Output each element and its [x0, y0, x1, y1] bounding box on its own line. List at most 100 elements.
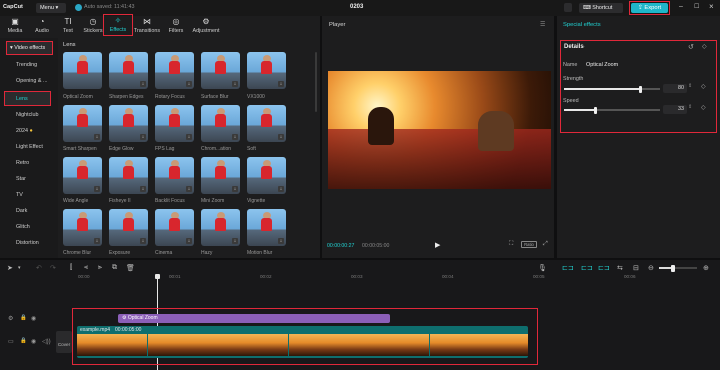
effect-thumbnail-chrom-ation[interactable]: ↓	[201, 105, 240, 142]
speed-slider[interactable]	[564, 106, 660, 114]
effect-thumbnail-motion-blur[interactable]: ↓	[247, 209, 286, 246]
video-track-audio-icon[interactable]: ◁))	[42, 338, 51, 345]
strength-keyframe-icon[interactable]: ◇	[701, 83, 706, 90]
sidebar-item-star[interactable]: Star	[0, 172, 58, 187]
tab-media[interactable]: ▣ Media	[6, 16, 24, 38]
fit-icon[interactable]: ⛶	[509, 241, 513, 248]
sidebar-item-tv[interactable]: TV	[0, 188, 58, 203]
speed-stepper-icon[interactable]: ⇕	[688, 104, 692, 110]
download-icon[interactable]: ↓	[186, 134, 192, 140]
play-icon[interactable]: ▶	[435, 241, 440, 249]
speed-keyframe-icon[interactable]: ◇	[701, 104, 706, 111]
tab-stickers[interactable]: ◷ Stickers	[81, 16, 105, 38]
download-icon[interactable]: ↓	[232, 238, 238, 244]
download-icon[interactable]: ↓	[140, 238, 146, 244]
effect-track-eye-icon[interactable]: ◉	[31, 315, 36, 322]
download-icon[interactable]: ↓	[232, 81, 238, 87]
shortcut-button[interactable]: ⌨ Shortcut	[579, 3, 623, 13]
download-icon[interactable]: ↓	[140, 81, 146, 87]
effect-track-lock-icon[interactable]: 🔒	[20, 315, 27, 321]
download-icon[interactable]: ↓	[232, 186, 238, 192]
sidebar-item-retro[interactable]: Retro	[0, 156, 58, 171]
download-icon[interactable]: ↓	[278, 238, 284, 244]
download-icon[interactable]: ↓	[186, 238, 192, 244]
effect-name-value: Optical Zoom	[586, 62, 619, 68]
video-track-eye-icon[interactable]: ◉	[31, 338, 36, 345]
effect-thumbnail-backlit-focus[interactable]: ↓	[155, 157, 194, 194]
export-button[interactable]: ⇪ Export	[631, 3, 668, 13]
timeline-ruler[interactable]: 00:00 00:01 00:02 00:03 00:04 00:05 00:06	[0, 260, 720, 284]
minimize-icon[interactable]: –	[679, 3, 683, 10]
sidebar-item-distortion[interactable]: Distortion	[0, 236, 58, 251]
effect-thumbnail-chrome-blur[interactable]: ↓	[63, 209, 102, 246]
sidebar-item-2024[interactable]: 2024 ●	[0, 124, 58, 139]
effect-thumbnail-exposure[interactable]: ↓	[109, 209, 148, 246]
download-icon[interactable]: ↓	[278, 134, 284, 140]
close-icon[interactable]: ×	[709, 2, 714, 11]
layout-icon[interactable]	[564, 3, 572, 12]
menu-button[interactable]: Menu ▾	[36, 3, 66, 13]
fullscreen-icon[interactable]: ⤢	[543, 241, 548, 248]
tab-filters[interactable]: ◎ Filters	[166, 16, 186, 38]
sidebar-item-video-effects[interactable]: ▾ Video effects	[6, 41, 53, 55]
effect-thumbnail-fps-lag[interactable]: ↓	[155, 105, 194, 142]
tab-text[interactable]: TI Text	[60, 16, 76, 38]
download-icon[interactable]: ↓	[278, 186, 284, 192]
strength-slider-knob[interactable]	[639, 85, 642, 93]
reset-icon[interactable]: ↺	[688, 43, 694, 51]
maximize-icon[interactable]: ☐	[694, 3, 699, 10]
download-icon[interactable]: ↓	[232, 134, 238, 140]
video-clip[interactable]: example.mp4 00:00:05:00	[77, 326, 528, 358]
cover-button[interactable]: Cover	[56, 331, 72, 353]
special-effects-tab[interactable]: Special effects	[563, 22, 601, 28]
effect-thumbnail-edge-glow[interactable]: ↓	[109, 105, 148, 142]
details-chevron-icon[interactable]: ◦	[583, 44, 585, 50]
keyframe-icon[interactable]: ◇	[702, 43, 707, 50]
sidebar-item-glitch[interactable]: Glitch	[0, 220, 58, 235]
video-track-lock-icon[interactable]: 🔒	[20, 338, 27, 344]
effect-thumbnail-cinema[interactable]: ↓	[155, 209, 194, 246]
sidebar-item-nightclub[interactable]: Nightclub	[0, 108, 58, 123]
ratio-button[interactable]: Ratio	[521, 241, 537, 248]
sidebar-item-opening[interactable]: Opening & ...	[0, 74, 58, 89]
effect-thumbnail-vx1000[interactable]: ↓	[247, 52, 286, 89]
effect-thumbnail-optical-zoom[interactable]	[63, 52, 102, 89]
effect-thumbnail-wide-angle[interactable]: ↓	[63, 157, 102, 194]
effect-thumbnail-soft[interactable]: ↓	[247, 105, 286, 142]
download-icon[interactable]: ↓	[186, 186, 192, 192]
car-silhouette	[328, 129, 551, 189]
tab-adjustment[interactable]: ⚙ Adjustment	[190, 16, 222, 38]
effect-thumbnail-surface-blur[interactable]: ↓	[201, 52, 240, 89]
strength-input[interactable]: 80	[663, 84, 687, 93]
player-menu-icon[interactable]: ☰	[540, 21, 545, 28]
download-icon[interactable]: ↓	[186, 81, 192, 87]
video-preview[interactable]	[328, 71, 551, 189]
tab-audio[interactable]: ◔ Audio	[32, 16, 52, 38]
download-icon[interactable]: ↓	[94, 134, 100, 140]
speed-input[interactable]: 33	[663, 105, 687, 114]
effect-thumbnail-vignette[interactable]: ↓	[247, 157, 286, 194]
strength-slider[interactable]	[564, 85, 660, 93]
sidebar-item-light-effect[interactable]: Light Effect	[0, 140, 58, 155]
tab-effects[interactable]: ✧ Effects	[103, 14, 133, 36]
strength-stepper-icon[interactable]: ⇕	[688, 83, 692, 89]
speed-slider-knob[interactable]	[594, 106, 597, 114]
effect-thumbnail-sharpen-edges[interactable]: ↓	[109, 52, 148, 89]
download-icon[interactable]: ↓	[140, 186, 146, 192]
effect-thumbnail-mini-zoom[interactable]: ↓	[201, 157, 240, 194]
download-icon[interactable]: ↓	[140, 134, 146, 140]
download-icon[interactable]: ↓	[94, 186, 100, 192]
sidebar-item-trending[interactable]: Trending	[0, 58, 58, 73]
effect-clip[interactable]: ⚙ Optical Zoom	[118, 314, 390, 323]
playhead-handle[interactable]	[155, 274, 160, 279]
sidebar-item-lens[interactable]: Lens	[4, 91, 51, 106]
effect-thumbnail-rotary-focus[interactable]: ↓	[155, 52, 194, 89]
tab-transitions[interactable]: ⋈ Transitions	[133, 16, 161, 38]
download-icon[interactable]: ↓	[278, 81, 284, 87]
effect-thumbnail-fisheye-ii[interactable]: ↓	[109, 157, 148, 194]
effect-thumbnail-smart-sharpen[interactable]: ↓	[63, 105, 102, 142]
effect-thumbnail-hazy[interactable]: ↓	[201, 209, 240, 246]
download-icon[interactable]: ↓	[94, 238, 100, 244]
gallery-scrollbar[interactable]	[315, 52, 317, 112]
sidebar-item-dark[interactable]: Dark	[0, 204, 58, 219]
